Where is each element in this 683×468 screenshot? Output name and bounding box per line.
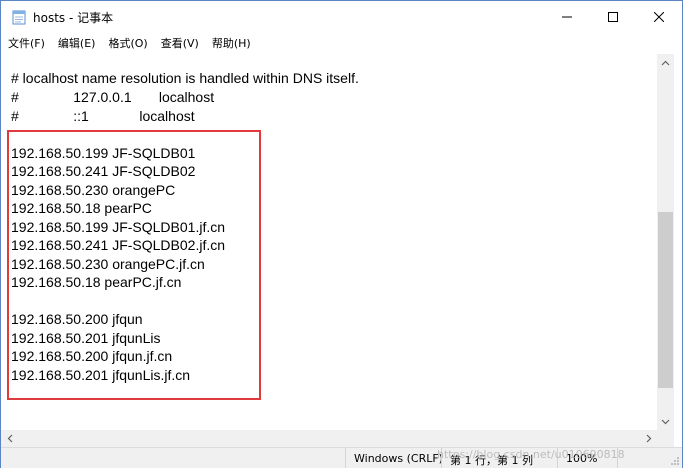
- title-bar[interactable]: hosts - 记事本: [1, 1, 682, 33]
- menu-help[interactable]: 帮助(H): [205, 33, 257, 53]
- chevron-left-icon: [7, 434, 12, 443]
- status-encoding: Windows (CRLF): [345, 448, 443, 468]
- scroll-up-button[interactable]: [657, 54, 674, 71]
- text-line: # ::1 localhost: [11, 108, 195, 124]
- scrollbar-corner: [657, 430, 674, 447]
- menu-edit[interactable]: 编辑(E): [51, 33, 102, 53]
- notepad-icon: [12, 10, 26, 25]
- chevron-up-icon: [661, 60, 670, 65]
- menu-format[interactable]: 格式(O): [101, 33, 153, 53]
- chevron-right-icon: [646, 434, 651, 443]
- menu-bar: 文件(F) 编辑(E) 格式(O) 查看(V) 帮助(H): [1, 33, 682, 53]
- text-line: # 127.0.0.1 localhost: [11, 89, 215, 105]
- vertical-scroll-thumb[interactable]: [658, 212, 673, 388]
- scroll-right-button[interactable]: [640, 430, 657, 447]
- maximize-button[interactable]: [590, 1, 636, 33]
- vertical-scrollbar[interactable]: [657, 54, 674, 430]
- minimize-icon: [562, 16, 572, 18]
- resize-grip-icon[interactable]: [670, 456, 680, 466]
- maximize-icon: [608, 12, 618, 22]
- window-title: hosts - 记事本: [33, 11, 114, 25]
- watermark-text: https://blog.csdn.net/u010690818: [437, 448, 625, 461]
- horizontal-scrollbar[interactable]: [1, 430, 657, 447]
- minimize-button[interactable]: [544, 1, 590, 33]
- menu-file[interactable]: 文件(F): [1, 33, 51, 53]
- scroll-down-button[interactable]: [657, 413, 674, 430]
- highlight-annotation-box: [7, 130, 261, 400]
- scroll-left-button[interactable]: [1, 430, 18, 447]
- notepad-window: hosts - 记事本 文件(F) 编辑(E) 格式(O) 查看(V) 帮助(H…: [0, 0, 683, 468]
- text-editor[interactable]: # localhost name resolution is handled w…: [1, 54, 657, 430]
- text-line: # localhost name resolution is handled w…: [11, 70, 359, 86]
- close-icon: [654, 12, 664, 22]
- menu-view[interactable]: 查看(V): [154, 33, 205, 53]
- chevron-down-icon: [661, 419, 670, 424]
- close-button[interactable]: [636, 1, 682, 33]
